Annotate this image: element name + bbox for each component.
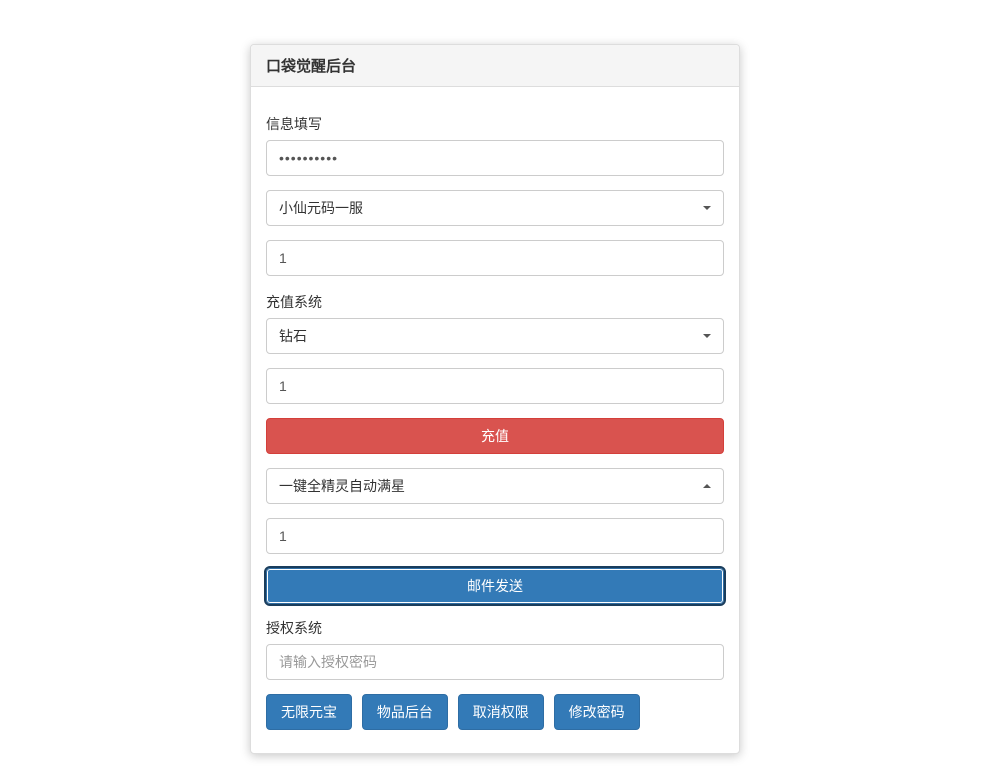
change-password-button[interactable]: 修改密码 <box>554 694 640 730</box>
recharge-button[interactable]: 充值 <box>266 418 724 454</box>
auth-section-label: 授权系统 <box>266 618 724 638</box>
caret-down-icon <box>703 334 711 338</box>
admin-panel: 口袋觉醒后台 信息填写 小仙元码一服 充值系统 钻石 充值 一键全精灵自动满星 <box>250 44 740 754</box>
info-quantity-input[interactable] <box>266 240 724 276</box>
server-select[interactable]: 小仙元码一服 <box>266 190 724 226</box>
recharge-type-select[interactable]: 钻石 <box>266 318 724 354</box>
panel-title: 口袋觉醒后台 <box>251 45 739 87</box>
action-button-row: 无限元宝 物品后台 取消权限 修改密码 <box>266 694 724 738</box>
mail-amount-input[interactable] <box>266 518 724 554</box>
recharge-section-label: 充值系统 <box>266 292 724 312</box>
panel-body: 信息填写 小仙元码一服 充值系统 钻石 充值 一键全精灵自动满星 邮件发送 授权… <box>251 87 739 753</box>
password-input[interactable] <box>266 140 724 176</box>
unlimited-yuanbao-button[interactable]: 无限元宝 <box>266 694 352 730</box>
recharge-amount-input[interactable] <box>266 368 724 404</box>
recharge-type-value: 钻石 <box>279 326 307 346</box>
caret-up-icon <box>703 484 711 488</box>
server-select-value: 小仙元码一服 <box>279 198 363 218</box>
caret-down-icon <box>703 206 711 210</box>
mail-action-select[interactable]: 一键全精灵自动满星 <box>266 468 724 504</box>
revoke-permission-button[interactable]: 取消权限 <box>458 694 544 730</box>
info-section-label: 信息填写 <box>266 114 724 134</box>
item-backend-button[interactable]: 物品后台 <box>362 694 448 730</box>
auth-password-input[interactable] <box>266 644 724 680</box>
mail-action-value: 一键全精灵自动满星 <box>279 476 405 496</box>
mail-send-button[interactable]: 邮件发送 <box>266 568 724 604</box>
